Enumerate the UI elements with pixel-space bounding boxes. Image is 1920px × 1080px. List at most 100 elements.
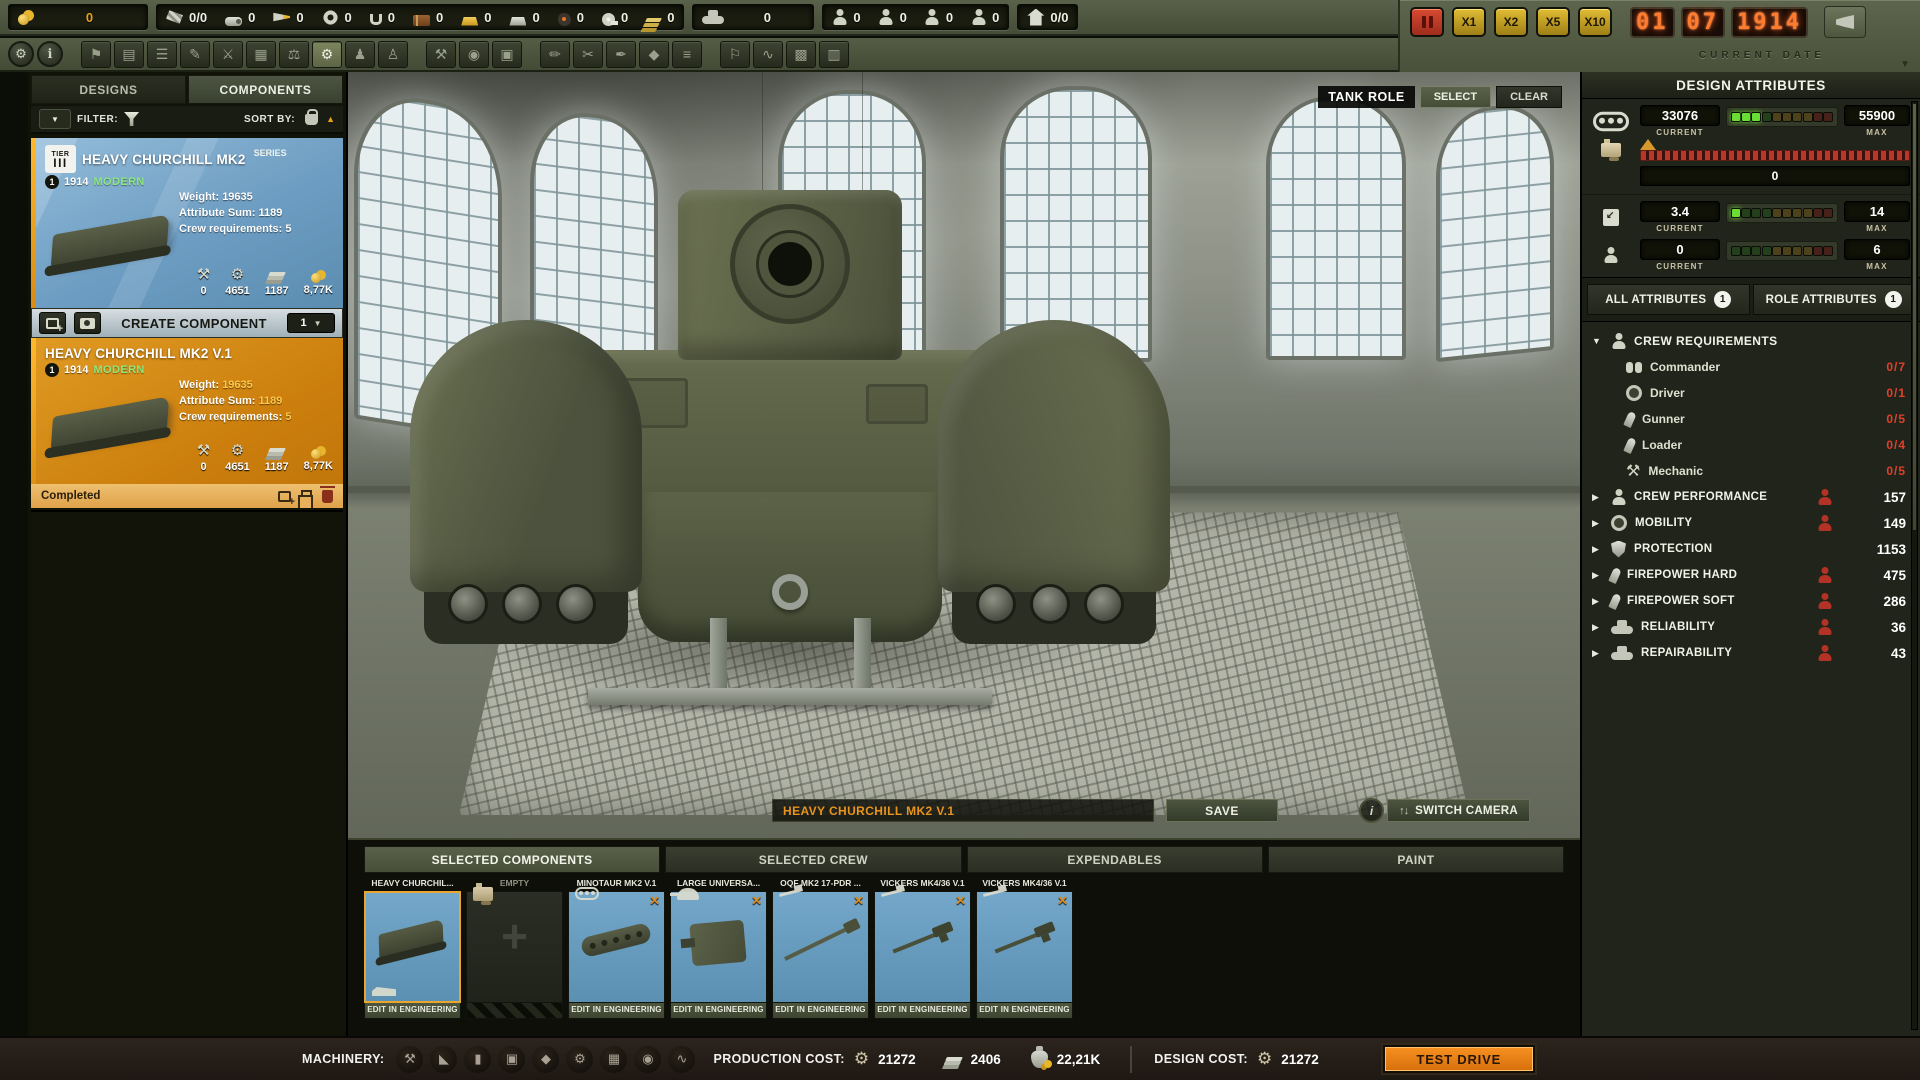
world-map-icon[interactable]: ◉ xyxy=(459,41,489,68)
expand-icon[interactable]: ▶ xyxy=(1592,492,1603,503)
crew-row-loader[interactable]: Loader 0/4 xyxy=(1582,432,1920,458)
edit-in-engineering-button[interactable]: EDIT IN ENGINEERING xyxy=(976,1003,1073,1019)
all-attributes-button[interactable]: ALL ATTRIBUTES 1 xyxy=(1587,284,1750,315)
add-frame-icon[interactable] xyxy=(278,491,291,502)
component-card-machine-gun[interactable]: VICKERS MK4/36 V.1 ✕ EDIT IN ENGINEERING xyxy=(874,876,971,1019)
crew-row-mechanic[interactable]: ⚒ Mechanic 0/5 xyxy=(1582,458,1920,484)
component-card-empty-engine[interactable]: EMPTY + xyxy=(466,876,563,1019)
design-bureau-icon[interactable]: ✎ xyxy=(180,41,210,68)
edit-in-engineering-button[interactable]: EDIT IN ENGINEERING xyxy=(874,1003,971,1019)
remove-component-icon[interactable]: ✕ xyxy=(853,893,864,909)
production-icon[interactable]: ▤ xyxy=(114,41,144,68)
scrollbar[interactable] xyxy=(1911,101,1918,1030)
draft-icon[interactable]: ✒ xyxy=(606,41,636,68)
press-shop-icon[interactable]: ⚒ xyxy=(426,41,456,68)
attribute-group-firepower-soft[interactable]: ▶ FIREPOWER SOFT 286 xyxy=(1582,588,1920,614)
crew-icon[interactable]: ♟ xyxy=(345,41,375,68)
attribute-group-mobility[interactable]: ▶ MOBILITY 149 xyxy=(1582,510,1920,536)
remove-component-icon[interactable]: ✕ xyxy=(649,893,660,909)
announcements-button[interactable] xyxy=(1824,6,1866,38)
measure-icon[interactable]: ◆ xyxy=(639,41,669,68)
component-card-cannon[interactable]: OQF MK2 17-PDR ... ✕ EDIT IN ENGINEERING xyxy=(772,876,869,1019)
logistics-icon[interactable]: ⚖ xyxy=(279,41,309,68)
edit-in-engineering-button[interactable]: EDIT IN ENGINEERING xyxy=(568,1003,665,1019)
expand-icon[interactable]: ▶ xyxy=(1592,622,1603,633)
attribute-group-firepower-hard[interactable]: ▶ FIREPOWER HARD 475 xyxy=(1582,562,1920,588)
speed-x5-button[interactable]: X5 xyxy=(1536,7,1570,37)
edit-in-engineering-button[interactable]: EDIT IN ENGINEERING xyxy=(670,1003,767,1019)
tank-model[interactable] xyxy=(410,112,1170,732)
market-icon[interactable]: ▣ xyxy=(492,41,522,68)
attribute-group-repairability[interactable]: ▶ REPAIRABILITY 43 xyxy=(1582,640,1920,666)
speed-x1-button[interactable]: X1 xyxy=(1452,7,1486,37)
trash-icon[interactable] xyxy=(322,490,333,503)
tank-role-select-button[interactable]: SELECT xyxy=(1420,86,1491,108)
expand-icon[interactable]: ▶ xyxy=(1592,596,1603,607)
expand-icon[interactable]: ▶ xyxy=(1592,518,1603,529)
switch-camera-button[interactable]: ↑↓ SWITCH CAMERA xyxy=(1387,799,1530,822)
tab-designs[interactable]: DESIGNS xyxy=(31,75,186,104)
engineering-icon[interactable]: ⚙ xyxy=(312,41,342,68)
military-icon[interactable]: ⚑ xyxy=(81,41,111,68)
filter-funnel-icon[interactable] xyxy=(124,112,139,126)
add-component-button[interactable] xyxy=(39,312,66,334)
tab-expendables[interactable]: EXPENDABLES xyxy=(967,846,1263,873)
expand-icon[interactable]: ▶ xyxy=(1592,570,1603,581)
tank-role-clear-button[interactable]: CLEAR xyxy=(1496,86,1562,108)
scrollbar-thumb[interactable] xyxy=(1913,104,1916,530)
sort-weight-icon[interactable] xyxy=(305,114,318,125)
component-card-tracks[interactable]: MINOTAUR MK2 V.1 ✕ EDIT IN ENGINEERING xyxy=(568,876,665,1019)
tab-selected-crew[interactable]: SELECTED CREW xyxy=(665,846,961,873)
slider-marker-icon[interactable] xyxy=(1640,139,1656,150)
crew-row-driver[interactable]: Driver 0/1 xyxy=(1582,380,1920,406)
component-card-hull[interactable]: HEAVY CHURCHIL... EDIT IN ENGINEERING xyxy=(364,876,461,1019)
edit-icon[interactable]: ✏ xyxy=(540,41,570,68)
parts-icon[interactable]: ▥ xyxy=(819,41,849,68)
component-count-dropdown[interactable]: 1▼ xyxy=(287,313,335,333)
component-card-machine-gun[interactable]: VICKERS MK4/36 V.1 ✕ EDIT IN ENGINEERING xyxy=(976,876,1073,1019)
crew-row-gunner[interactable]: Gunner 0/5 xyxy=(1582,406,1920,432)
tab-selected-components[interactable]: SELECTED COMPONENTS xyxy=(364,846,660,873)
attribute-group-crew-performance[interactable]: ▶ CREW PERFORMANCE 157 xyxy=(1582,484,1920,510)
edit-in-engineering-button[interactable]: EDIT IN ENGINEERING xyxy=(772,1003,869,1019)
expand-icon[interactable]: ▶ xyxy=(1592,648,1603,659)
weapons-icon[interactable]: ∿ xyxy=(753,41,783,68)
remove-component-icon[interactable]: ✕ xyxy=(955,893,966,909)
crew-row-commander[interactable]: Commander 0/7 xyxy=(1582,354,1920,380)
tab-paint[interactable]: PAINT xyxy=(1268,846,1564,873)
remove-component-icon[interactable]: ✕ xyxy=(1057,893,1068,909)
factory-icon[interactable]: ▦ xyxy=(246,41,276,68)
expand-icon[interactable]: ▶ xyxy=(1592,544,1603,555)
cut-icon[interactable]: ✂ xyxy=(573,41,603,68)
tab-components[interactable]: COMPONENTS xyxy=(188,75,343,104)
crew-requirements-header[interactable]: ▼ CREW REQUIREMENTS xyxy=(1582,328,1920,354)
3d-viewport[interactable]: TANK ROLE SELECT CLEAR HEAVY CHURCHILL M… xyxy=(348,72,1580,838)
info-icon[interactable]: ℹ xyxy=(37,41,63,67)
test-drive-button[interactable]: TEST DRIVE xyxy=(1383,1045,1535,1073)
filter-dropdown-button[interactable]: ▼ xyxy=(39,109,71,129)
engine-power-slider[interactable]: 0 xyxy=(1640,139,1910,186)
settings-icon[interactable]: ⚙ xyxy=(8,41,34,67)
save-button[interactable]: SAVE xyxy=(1166,799,1278,822)
speed-x2-button[interactable]: X2 xyxy=(1494,7,1528,37)
component-card-turret[interactable]: LARGE UNIVERSA... ✕ EDIT IN ENGINEERING xyxy=(670,876,767,1019)
speed-x10-button[interactable]: X10 xyxy=(1578,7,1612,37)
attribute-group-reliability[interactable]: ▶ RELIABILITY 36 xyxy=(1582,614,1920,640)
slider-track[interactable] xyxy=(1640,150,1910,161)
components-icon[interactable]: ▩ xyxy=(786,41,816,68)
collapse-icon[interactable]: ▼ xyxy=(1592,336,1603,346)
design-card-series[interactable]: TIER III HEAVY CHURCHILL MK2 SERIES 1 19… xyxy=(31,138,343,308)
create-component-label[interactable]: CREATE COMPONENT xyxy=(121,316,266,331)
edit-in-engineering-button[interactable]: EDIT IN ENGINEERING xyxy=(364,1003,461,1019)
snapshot-button[interactable] xyxy=(74,312,101,334)
battles-icon[interactable]: ⚔ xyxy=(213,41,243,68)
role-attributes-button[interactable]: ROLE ATTRIBUTES 1 xyxy=(1753,284,1916,315)
tuning-icon[interactable]: ⚐ xyxy=(720,41,750,68)
remove-component-icon[interactable]: ✕ xyxy=(751,893,762,909)
camera-info-icon[interactable]: i xyxy=(1359,798,1384,823)
design-card-variant[interactable]: HEAVY CHURCHILL MK2 V.1 1 1914 MODERN We… xyxy=(31,338,343,508)
pause-button[interactable] xyxy=(1410,7,1444,37)
attribute-group-protection[interactable]: ▶ PROTECTION 1153 xyxy=(1582,536,1920,562)
duplicate-icon[interactable] xyxy=(301,490,312,502)
tools-icon[interactable]: ≡ xyxy=(672,41,702,68)
